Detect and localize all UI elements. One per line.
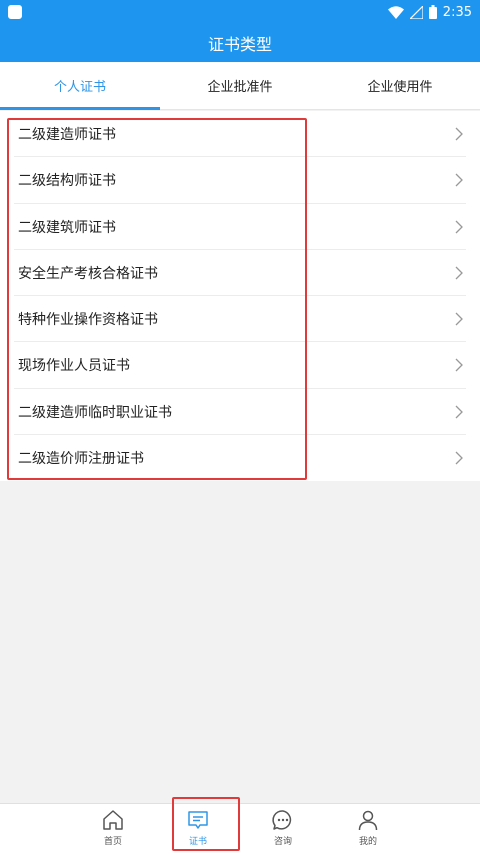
certificate-item[interactable]: 安全生产考核合格证书 [0, 250, 480, 297]
home-icon [103, 810, 123, 830]
chevron-right-icon [455, 127, 463, 141]
tab-enterprise-approvals[interactable]: 企业批准件 [160, 62, 320, 109]
certificate-label: 二级建筑师证书 [18, 219, 116, 236]
status-right: 2:35 [387, 4, 472, 20]
chevron-right-icon [455, 220, 463, 234]
certificate-item[interactable]: 二级造价师注册证书 [0, 435, 480, 481]
certificate-label: 二级建造师临时职业证书 [18, 404, 172, 421]
certificate-item[interactable]: 二级建筑师证书 [0, 204, 480, 251]
status-time: 2:35 [442, 4, 472, 20]
certificate-item[interactable]: 现场作业人员证书 [0, 342, 480, 389]
nav-certificates[interactable]: 证书 [168, 808, 228, 852]
chevron-right-icon [455, 266, 463, 280]
chevron-right-icon [455, 173, 463, 187]
certificate-label: 现场作业人员证书 [18, 358, 130, 375]
chat-icon [272, 810, 292, 830]
bottom-nav: 首页 证书 咨询 我的 [0, 803, 480, 854]
chevron-right-icon [455, 358, 463, 372]
nav-profile[interactable]: 我的 [338, 808, 398, 852]
nav-label: 我的 [358, 837, 377, 847]
certificate-icon [188, 811, 208, 829]
chevron-right-icon [455, 312, 463, 326]
tab-label: 企业批准件 [207, 80, 273, 95]
tab-enterprise-usage[interactable]: 企业使用件 [320, 62, 480, 109]
page-title: 证书类型 [207, 35, 272, 54]
chevron-right-icon [455, 405, 463, 419]
nav-label: 证书 [188, 837, 207, 847]
certificate-item[interactable]: 二级建造师证书 [0, 111, 480, 158]
certificate-list: 二级建造师证书 二级结构师证书 二级建筑师证书 安全生产考核合格证书 特种作业操… [0, 111, 480, 481]
certificate-label: 二级造价师注册证书 [18, 450, 144, 467]
nav-consult[interactable]: 咨询 [253, 808, 313, 852]
app-notification-icon [8, 5, 22, 19]
signal-icon [409, 5, 423, 19]
battery-icon [428, 5, 437, 19]
tab-personal-certificates[interactable]: 个人证书 [0, 62, 160, 110]
tab-label: 企业使用件 [367, 80, 433, 95]
certificate-label: 特种作业操作资格证书 [18, 312, 158, 329]
user-icon [358, 810, 378, 831]
nav-label: 首页 [103, 837, 122, 847]
certificate-label: 安全生产考核合格证书 [18, 265, 158, 282]
wifi-icon [387, 5, 404, 19]
certificate-label: 二级建造师证书 [18, 127, 116, 144]
status-bar: 2:35 [0, 0, 480, 24]
title-bar: 证书类型 [0, 24, 480, 62]
certificate-item[interactable]: 特种作业操作资格证书 [0, 296, 480, 343]
nav-label: 咨询 [273, 837, 292, 847]
tab-bar: 个人证书 企业批准件 企业使用件 [0, 62, 480, 110]
certificate-item[interactable]: 二级建造师临时职业证书 [0, 389, 480, 436]
nav-home[interactable]: 首页 [83, 808, 143, 852]
chevron-right-icon [455, 451, 463, 465]
tab-label: 个人证书 [53, 80, 106, 95]
certificate-item[interactable]: 二级结构师证书 [0, 157, 480, 204]
status-left [8, 5, 22, 19]
certificate-label: 二级结构师证书 [18, 173, 116, 190]
